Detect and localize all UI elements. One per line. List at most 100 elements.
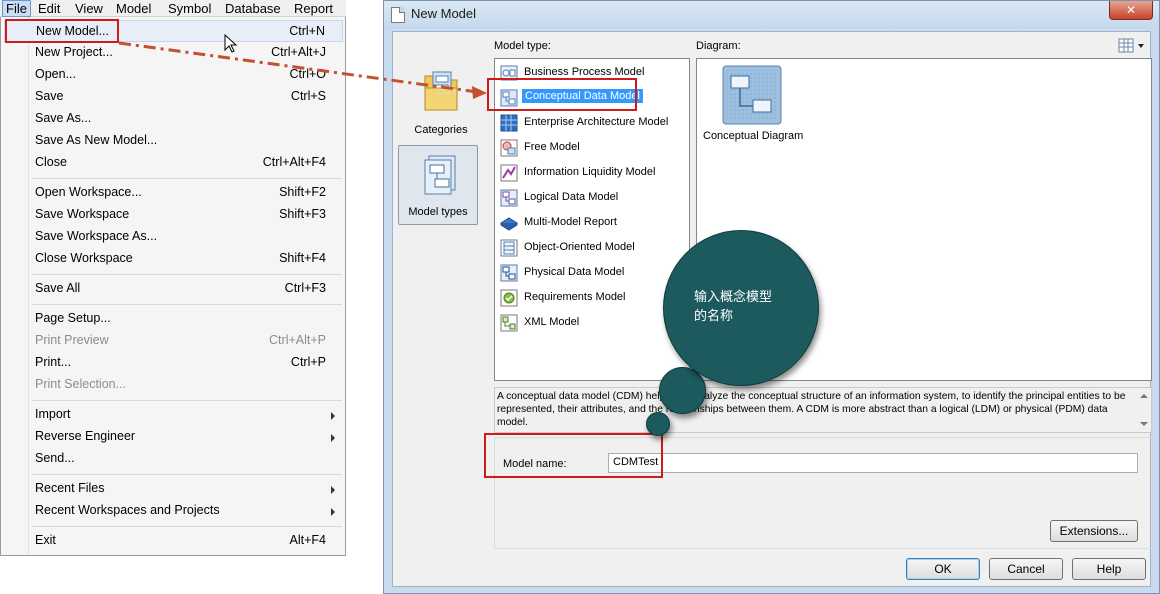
menu-item-save-as-new-model[interactable]: Save As New Model...	[4, 130, 343, 152]
categories-folder-icon	[424, 71, 458, 111]
extensions-button[interactable]: Extensions...	[1050, 520, 1138, 542]
menu-item-shortcut: Ctrl+Alt+P	[269, 333, 326, 347]
list-item-label: Business Process Model	[524, 66, 645, 78]
menu-item-recent-workspaces[interactable]: Recent Workspaces and Projects	[4, 500, 343, 522]
screenshot-stage: File Edit View Model Symbol Database Rep…	[0, 0, 1160, 594]
menu-item-print-preview[interactable]: Print Preview Ctrl+Alt+P	[4, 330, 343, 352]
close-button[interactable]: ✕	[1109, 1, 1153, 20]
menu-item-close[interactable]: Close Ctrl+Alt+F4	[4, 152, 343, 174]
list-item-physical-data-model[interactable]: Physical Data Model	[498, 262, 686, 284]
highlight-new-model	[5, 19, 119, 43]
information-liquidity-icon	[500, 164, 518, 182]
menu-item-exit[interactable]: Exit Alt+F4	[4, 530, 343, 552]
menu-item-shortcut: Shift+F4	[279, 251, 326, 265]
menu-model[interactable]: Model	[113, 0, 154, 17]
menu-item-label: Reverse Engineer	[35, 429, 136, 443]
model-type-heading: Model type:	[494, 40, 551, 52]
description-scrollbar[interactable]	[1137, 388, 1151, 432]
menu-report[interactable]: Report	[291, 0, 336, 17]
menu-database[interactable]: Database	[222, 0, 284, 17]
menu-item-label: Recent Workspaces and Projects	[35, 503, 220, 517]
menu-item-label: Save As...	[35, 111, 92, 125]
list-item-requirements-model[interactable]: Requirements Model	[498, 287, 686, 309]
menu-item-label: New Project...	[35, 45, 113, 59]
menu-item-label: Close	[35, 155, 67, 169]
menu-item-reverse-engineer[interactable]: Reverse Engineer	[4, 426, 343, 448]
menu-item-shortcut: Ctrl+Alt+F4	[262, 155, 326, 169]
menu-item-label: Open Workspace...	[35, 185, 142, 199]
help-button[interactable]: Help	[1072, 558, 1146, 580]
list-item-label: Information Liquidity Model	[524, 166, 656, 178]
menu-separator	[32, 474, 342, 475]
side-tool-label: Model types	[408, 206, 468, 218]
xml-model-icon	[500, 314, 518, 332]
menu-item-save[interactable]: Save Ctrl+S	[4, 86, 343, 108]
menu-item-open-workspace[interactable]: Open Workspace... Shift+F2	[4, 182, 343, 204]
list-item-label: Object-Oriented Model	[524, 241, 635, 253]
list-item-label: Physical Data Model	[524, 266, 625, 278]
menu-item-save-as[interactable]: Save As...	[4, 108, 343, 130]
menu-item-shortcut: Ctrl+N	[289, 24, 325, 38]
menu-item-label: Save	[35, 89, 64, 103]
ok-button[interactable]: OK	[906, 558, 980, 580]
model-description: A conceptual data model (CDM) helps you …	[494, 387, 1152, 433]
menu-symbol[interactable]: Symbol	[165, 0, 214, 17]
scroll-up-icon[interactable]	[1140, 394, 1148, 398]
menu-item-shortcut: Ctrl+F3	[284, 281, 326, 295]
menu-item-label: Send...	[35, 451, 75, 465]
list-item-enterprise-architecture-model[interactable]: Enterprise Architecture Model	[498, 112, 686, 134]
list-item-label: Enterprise Architecture Model	[524, 116, 669, 128]
menu-separator	[32, 400, 342, 401]
menu-item-label: Page Setup...	[35, 311, 111, 325]
menu-view[interactable]: View	[72, 0, 106, 17]
menu-item-label: Print Preview	[35, 333, 109, 347]
model-types-button[interactable]: Model types	[398, 145, 478, 225]
list-item-label: Requirements Model	[524, 291, 626, 303]
list-item-free-model[interactable]: Free Model	[498, 137, 686, 159]
menu-item-print[interactable]: Print... Ctrl+P	[4, 352, 343, 374]
submenu-arrow-icon	[331, 434, 335, 442]
menu-item-label: Import	[35, 407, 71, 421]
scroll-down-icon[interactable]	[1140, 422, 1148, 426]
document-icon	[391, 7, 405, 23]
list-item-object-oriented-model[interactable]: Object-Oriented Model	[498, 237, 686, 259]
menu-separator	[32, 304, 342, 305]
menu-edit[interactable]: Edit	[35, 0, 63, 17]
callout-dot-small	[646, 412, 670, 436]
dialog-title: New Model	[411, 6, 477, 21]
menu-item-label: Recent Files	[35, 481, 105, 495]
list-item-label: Multi-Model Report	[524, 216, 617, 228]
logical-data-icon	[500, 189, 518, 207]
side-tool-label: Categories	[414, 124, 468, 136]
diagram-item-label: Conceptual Diagram	[703, 130, 804, 142]
list-item-information-liquidity-model[interactable]: Information Liquidity Model	[498, 162, 686, 184]
file-menu-dropdown: New Model... Ctrl+N New Project... Ctrl+…	[0, 17, 346, 556]
model-name-input[interactable]: CDMTest	[608, 453, 1138, 473]
list-item-logical-data-model[interactable]: Logical Data Model	[498, 187, 686, 209]
description-text: A conceptual data model (CDM) helps you …	[497, 391, 1126, 428]
menu-item-shortcut: Ctrl+O	[289, 67, 326, 81]
menu-item-new-project[interactable]: New Project... Ctrl+Alt+J	[4, 42, 343, 64]
menu-item-label: Save Workspace	[35, 207, 130, 221]
cancel-button[interactable]: Cancel	[989, 558, 1063, 580]
menu-item-page-setup[interactable]: Page Setup...	[4, 308, 343, 330]
menu-item-shortcut: Shift+F3	[279, 207, 326, 221]
view-mode-button[interactable]	[1118, 38, 1148, 54]
categories-button[interactable]: Categories	[401, 62, 481, 142]
menu-item-label: Save All	[35, 281, 81, 295]
menu-item-print-selection[interactable]: Print Selection...	[4, 374, 343, 396]
menu-item-import[interactable]: Import	[4, 404, 343, 426]
menu-item-send[interactable]: Send...	[4, 448, 343, 470]
menu-item-open[interactable]: Open... Ctrl+O	[4, 64, 343, 86]
menu-item-save-workspace-as[interactable]: Save Workspace As...	[4, 226, 343, 248]
list-item-multi-model-report[interactable]: Multi-Model Report	[498, 212, 686, 234]
menu-item-close-workspace[interactable]: Close Workspace Shift+F4	[4, 248, 343, 270]
menu-file[interactable]: File	[2, 0, 31, 17]
callout-text: 输入概念模型 的名称	[694, 288, 804, 326]
highlight-model-name	[484, 433, 663, 478]
list-item-xml-model[interactable]: XML Model	[498, 312, 686, 334]
menu-item-save-all[interactable]: Save All Ctrl+F3	[4, 278, 343, 300]
list-item-label: Free Model	[524, 141, 580, 153]
menu-item-save-workspace[interactable]: Save Workspace Shift+F3	[4, 204, 343, 226]
menu-item-recent-files[interactable]: Recent Files	[4, 478, 343, 500]
